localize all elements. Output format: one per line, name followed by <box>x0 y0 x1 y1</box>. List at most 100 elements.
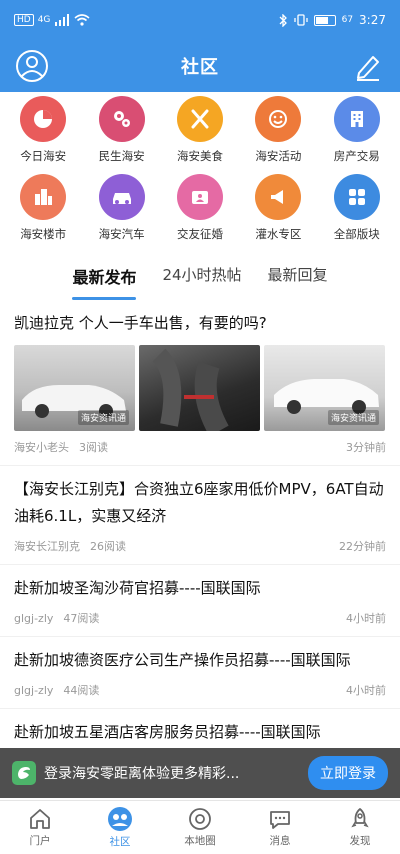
post-item[interactable]: 【海安长江别克】合资独立6座家用低价MPV，6AT自动油耗6.1L，实惠又经济 … <box>0 465 400 564</box>
battery-percent: 67 <box>341 15 354 25</box>
post-author[interactable]: glgj-zly <box>14 684 53 697</box>
category-label: 房产交易 <box>333 149 380 163</box>
nav-community[interactable]: 社区 <box>80 801 160 854</box>
nav-messages[interactable]: 消息 <box>240 801 320 854</box>
post-feed: 凯迪拉克 个人一手车出售，有要的吗? 海安资讯通 海安资讯通 海安小老头 3阅读… <box>0 300 400 746</box>
post-title: 赴新加坡五星酒店客房服务员招募----国联国际 <box>14 723 321 741</box>
image-watermark: 海安资讯通 <box>327 410 379 425</box>
tab-hot-24h[interactable]: 24小时热帖 <box>162 258 241 298</box>
post-time: 4小时前 <box>346 684 386 697</box>
category-dating[interactable]: 交友征婚 <box>162 174 238 242</box>
chart-pie-icon <box>20 96 67 142</box>
post-item[interactable]: 凯迪拉克 个人一手车出售，有要的吗? 海安资讯通 海安资讯通 海安小老头 3阅读… <box>0 300 400 465</box>
post-image[interactable]: 海安资讯通 <box>264 345 385 431</box>
category-label: 海安楼市 <box>20 227 67 241</box>
post-author[interactable]: glgj-zly <box>14 612 53 625</box>
banner-text: 登录海安零距离体验更多精彩... <box>44 766 240 782</box>
edit-icon <box>357 56 379 81</box>
car-icon <box>98 174 145 220</box>
battery-icon <box>313 14 336 26</box>
category-chat[interactable]: 灌水专区 <box>240 174 316 242</box>
post-reads: 3阅读 <box>79 441 108 454</box>
category-row-2: 海安楼市 海安汽车 交友征婚 灌水专区 全部版块 <box>0 174 400 242</box>
post-image[interactable] <box>139 345 260 431</box>
post-meta: glgj-zly 44阅读 4小时前 <box>14 674 386 708</box>
compose-button[interactable] <box>350 48 386 84</box>
post-meta: glgj-zly 47阅读 4小时前 <box>14 602 386 636</box>
category-cars[interactable]: 海安汽车 <box>84 174 160 242</box>
tab-latest[interactable]: 最新发布 <box>72 258 137 300</box>
post-item[interactable]: 赴新加坡德资医疗公司生产操作员招募----国联国际 glgj-zly 44阅读 … <box>0 636 400 708</box>
login-button[interactable]: 立即登录 <box>308 756 388 790</box>
post-item[interactable]: 赴新加坡五星酒店客房服务员招募----国联国际 <box>0 708 400 746</box>
clock: 3:27 <box>359 13 386 27</box>
post-reads: 44阅读 <box>63 684 100 697</box>
tab-latest-reply[interactable]: 最新回复 <box>268 258 328 298</box>
nav-label: 门户 <box>29 835 51 847</box>
message-icon <box>270 811 290 829</box>
post-time: 22分钟前 <box>339 540 386 553</box>
category-label: 民生海安 <box>98 149 145 163</box>
building-icon <box>333 96 380 142</box>
megaphone-icon <box>255 174 302 220</box>
folder-person-icon <box>176 174 223 220</box>
face-icon <box>255 96 302 142</box>
image-watermark: 海安资讯通 <box>77 410 129 425</box>
nav-label: 发现 <box>349 835 371 847</box>
nav-home[interactable]: 门户 <box>0 801 80 854</box>
nav-discover[interactable]: 发现 <box>320 801 400 854</box>
signal-label: 4G <box>37 15 51 25</box>
category-label: 全部版块 <box>333 227 380 241</box>
post-item[interactable]: 赴新加坡圣淘沙荷官招募----国联国际 glgj-zly 47阅读 4小时前 <box>0 564 400 636</box>
category-today-haian[interactable]: 今日海安 <box>5 96 81 164</box>
signal-icon <box>55 14 70 26</box>
wifi-icon <box>74 14 90 26</box>
home-icon <box>30 809 50 829</box>
post-images: 海安资讯通 海安资讯通 <box>14 345 386 431</box>
category-label: 今日海安 <box>20 149 67 163</box>
nav-label: 本地圈 <box>184 835 216 847</box>
profile-button[interactable] <box>14 48 50 84</box>
feed-tabs: 最新发布 24小时热帖 最新回复 <box>0 258 400 300</box>
post-reads: 26阅读 <box>90 540 126 553</box>
category-all[interactable]: 全部版块 <box>319 174 395 242</box>
category-label: 海安活动 <box>255 149 302 163</box>
post-time: 4小时前 <box>346 612 386 625</box>
category-events[interactable]: 海安活动 <box>240 96 316 164</box>
profile-icon <box>16 50 48 82</box>
category-label: 海安美食 <box>176 149 223 163</box>
category-food[interactable]: 海安美食 <box>162 96 238 164</box>
login-banner: 登录海安零距离体验更多精彩... 立即登录 <box>0 748 400 798</box>
category-row-1: 今日海安 民生海安 海安美食 海安活动 房产交易 <box>0 96 400 164</box>
community-icon <box>108 807 132 831</box>
gears-icon <box>98 96 145 142</box>
post-image[interactable]: 海安资讯通 <box>14 345 135 431</box>
camera-icon <box>189 808 211 830</box>
post-title: 【海安长江别克】合资独立6座家用低价MPV，6AT自动油耗6.1L，实惠又经济 <box>14 480 384 525</box>
category-label: 灌水专区 <box>255 227 302 241</box>
post-author[interactable]: 海安小老头 <box>14 439 69 455</box>
post-time: 3分钟前 <box>346 441 386 454</box>
post-meta: 海安长江别克 26阅读 22分钟前 <box>14 530 386 564</box>
post-title: 凯迪拉克 个人一手车出售，有要的吗? <box>14 314 267 332</box>
vibrate-icon <box>293 14 308 26</box>
rocket-icon <box>351 808 369 828</box>
nav-label: 消息 <box>269 835 291 847</box>
category-livelihood[interactable]: 民生海安 <box>84 96 160 164</box>
title-bar: 社区 <box>0 40 400 92</box>
bluetooth-icon <box>279 13 287 27</box>
post-title: 赴新加坡德资医疗公司生产操作员招募----国联国际 <box>14 651 351 669</box>
utensils-icon <box>176 96 223 142</box>
category-real-estate[interactable]: 房产交易 <box>319 96 395 164</box>
post-author[interactable]: 海安长江别克 <box>14 538 80 554</box>
post-meta: 海安小老头 3阅读 3分钟前 <box>14 431 386 465</box>
app-header: HD 4G 67 3:27 社区 <box>0 0 400 92</box>
grid-icon <box>333 174 380 220</box>
status-bar: HD 4G 67 3:27 <box>0 0 400 40</box>
category-housing-market[interactable]: 海安楼市 <box>5 174 81 242</box>
app-logo-icon <box>12 761 36 785</box>
post-reads: 47阅读 <box>63 612 100 625</box>
category-label: 交友征婚 <box>176 227 223 241</box>
nav-local[interactable]: 本地圈 <box>160 801 240 854</box>
post-title: 赴新加坡圣淘沙荷官招募----国联国际 <box>14 579 261 597</box>
